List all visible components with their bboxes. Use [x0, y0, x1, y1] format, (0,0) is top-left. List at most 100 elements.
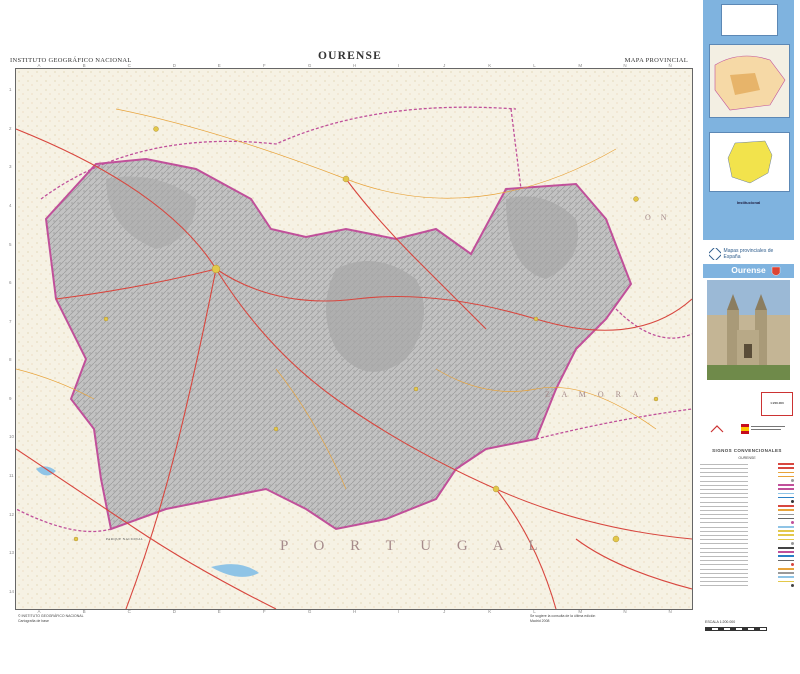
legend-row-text-line	[700, 568, 748, 570]
inset-label: Institucional	[736, 200, 761, 205]
scale-stamp-value: 1:200.000	[770, 401, 784, 405]
legend-row-text-line	[700, 484, 748, 486]
legend-row-text-line	[700, 547, 748, 549]
grid-label-8: 8	[9, 357, 12, 363]
legend-symbol	[778, 576, 794, 578]
scale-stamp: 1:200.000	[761, 392, 793, 416]
grid-label-1: 1	[9, 87, 12, 93]
legend-symbol	[791, 563, 794, 567]
footer-left-line: Cartografía de base	[18, 619, 49, 623]
legend-symbol	[778, 526, 794, 528]
legend-row-text-line	[700, 509, 748, 511]
legend-row-text-line	[700, 488, 748, 490]
legend-row-text-line	[700, 543, 748, 544]
legend-row-text-line	[700, 493, 748, 494]
legend-symbol	[778, 467, 794, 470]
legend-symbol	[778, 547, 794, 549]
grid-label-4: 4	[9, 203, 12, 208]
legend-row-text-line	[700, 505, 748, 507]
map-graphic	[16, 69, 692, 609]
legend-symbol	[778, 509, 794, 511]
map-title: OURENSE	[318, 50, 382, 62]
legend-symbol	[778, 538, 794, 541]
grid-label-10: 10	[9, 434, 15, 440]
legend-row-text-line	[700, 480, 748, 482]
legend-row-text-line	[700, 501, 748, 503]
legend-row-text-line	[700, 518, 748, 519]
legend-symbol	[778, 517, 794, 520]
monastery-photo	[707, 280, 790, 380]
legend-row-text-line	[700, 572, 748, 574]
scale-block: ESCALA 1:200.000	[705, 620, 775, 660]
ign-logo-icon	[709, 248, 721, 260]
legend-symbol	[778, 572, 794, 574]
map-type: MAPA PROVINCIAL	[624, 57, 688, 64]
legend-symbol	[778, 488, 794, 491]
grid-label-2: 2	[9, 125, 12, 131]
legend-row-text-line	[700, 463, 748, 465]
ministry-logo-icon	[741, 424, 785, 434]
grid-label-12: 12	[9, 511, 15, 517]
legend-row-text-line	[700, 514, 748, 515]
legend-symbol	[791, 479, 794, 483]
label-parque: PARQUE NACIONAL	[106, 537, 144, 541]
legend-row-text-line	[700, 530, 748, 532]
monastery-graphic	[727, 294, 767, 365]
legend-row-text-line	[700, 526, 748, 528]
location-inset-map	[709, 44, 790, 118]
scale-label: ESCALA 1:200.000	[705, 620, 736, 624]
legend-title: SIGNOS CONVENCIONALES	[712, 448, 782, 453]
legend-row-text-line	[700, 581, 748, 582]
legend-row-text-line	[700, 522, 748, 523]
legend-symbol	[778, 530, 794, 532]
legend-row-text-line	[700, 551, 748, 553]
legend-symbol	[778, 534, 794, 537]
grid-label-6: 6	[9, 280, 12, 286]
cover-panel: Institucional Mapas provinciales de Espa…	[703, 0, 794, 444]
legend-row-text-line	[700, 585, 748, 586]
legend-symbol	[778, 484, 794, 486]
legend-row-text-line	[700, 497, 748, 498]
province-inset-map	[709, 132, 790, 192]
legend-row-text-line	[700, 555, 748, 557]
map-canvas[interactable]: PARQUE NACIONAL	[15, 68, 693, 610]
legend-symbol	[778, 463, 794, 465]
series-label: Mapas provinciales de España	[723, 248, 774, 260]
legend-symbol	[791, 542, 794, 546]
grid-label-3: 3	[9, 164, 12, 170]
footer-mid-line: Madrid 2008	[530, 619, 550, 623]
legend-row-text-line	[700, 476, 748, 477]
legend-row-text-line	[700, 576, 748, 578]
legend-symbol	[778, 567, 794, 570]
legend-symbol	[791, 521, 794, 525]
legend-symbol	[778, 475, 794, 478]
label-portugal: P O R T U G A L	[280, 538, 549, 554]
info-box	[721, 4, 778, 36]
label-leon: O N	[645, 213, 671, 222]
grid-label-5: 5	[9, 241, 12, 247]
coat-of-arms-icon	[771, 266, 781, 276]
location-inset-graphic	[710, 45, 789, 117]
legend-row-text-line	[700, 472, 748, 473]
legend-symbol	[778, 496, 794, 499]
scale-bar	[705, 627, 767, 631]
grid-label-13: 13	[9, 550, 15, 556]
legend-symbol	[778, 580, 794, 583]
publisher-logo-icon	[709, 424, 731, 434]
legend-symbol	[778, 492, 794, 495]
legend-symbols	[700, 462, 794, 588]
grid-label-14: 14	[9, 588, 15, 594]
grid-label-9: 9	[9, 395, 12, 401]
legend-panel: SIGNOS CONVENCIONALES OURENSE	[700, 448, 794, 616]
legend-row-text-line	[700, 535, 748, 536]
legend-row-text-line	[700, 560, 748, 561]
legend-row-text-line	[700, 539, 748, 540]
grid-label-7: 7	[9, 318, 12, 324]
label-zamora: Z A M O R A	[545, 390, 644, 399]
legend-symbol	[778, 471, 794, 474]
legend-row	[700, 583, 794, 588]
legend-symbol	[778, 559, 794, 562]
legend-row-text-line	[700, 468, 748, 469]
province-inset-graphic	[710, 133, 789, 191]
footer-mid: Se sugiere la consulta de la última edic…	[530, 614, 690, 624]
